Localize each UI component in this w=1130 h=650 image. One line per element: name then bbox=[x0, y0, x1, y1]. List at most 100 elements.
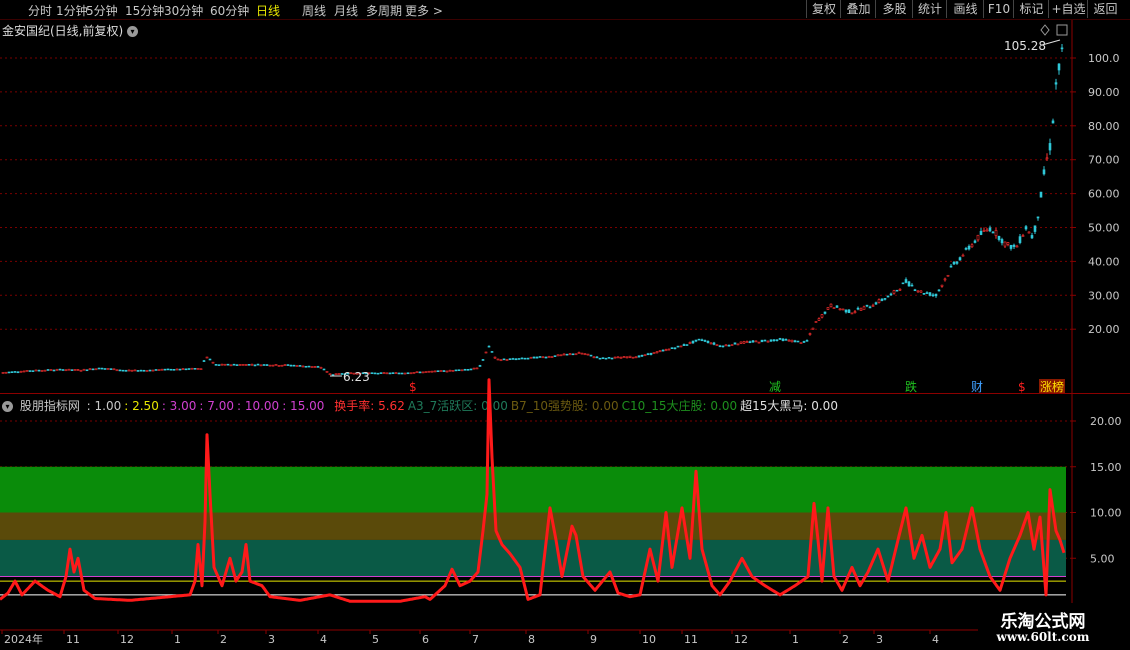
candle-body bbox=[748, 341, 752, 343]
candle-body bbox=[421, 371, 425, 374]
candle-body bbox=[703, 340, 707, 342]
event-marker[interactable]: $ bbox=[409, 380, 417, 394]
candle-body bbox=[52, 369, 56, 372]
candle-body bbox=[112, 368, 116, 371]
candle-body bbox=[880, 298, 884, 301]
candle-body bbox=[934, 293, 938, 297]
candle-body bbox=[757, 341, 761, 344]
candle-body bbox=[241, 364, 245, 366]
candle-body bbox=[493, 356, 497, 359]
candle-body bbox=[922, 292, 926, 295]
candle-body bbox=[985, 229, 989, 232]
candle-body bbox=[7, 371, 11, 374]
date-label: 12 bbox=[734, 633, 748, 646]
event-marker[interactable]: 跌 bbox=[905, 379, 917, 394]
candle-body bbox=[751, 340, 755, 343]
candle-body bbox=[661, 349, 665, 352]
chart-canvas[interactable]: 100.0 90.00 80.00 70.00 60.00 50.00 40.00 30.00… bbox=[0, 0, 1130, 650]
watermark-url: www.60lt.com bbox=[996, 630, 1090, 644]
candle-body bbox=[886, 295, 890, 298]
candle-body bbox=[58, 368, 62, 371]
candle-body bbox=[565, 353, 569, 356]
candle-body bbox=[298, 365, 302, 367]
date-label: 11 bbox=[66, 633, 80, 646]
candle-body bbox=[550, 356, 554, 358]
candle-body bbox=[763, 339, 767, 342]
candle-body bbox=[316, 366, 320, 368]
event-marker[interactable]: 涨榜 bbox=[1040, 379, 1064, 394]
candle-body bbox=[853, 311, 857, 313]
candle-body bbox=[31, 370, 35, 372]
candle-body bbox=[478, 365, 482, 367]
candle-body bbox=[481, 359, 485, 361]
candle-body bbox=[178, 368, 182, 371]
candle-body bbox=[778, 338, 782, 340]
candle-body bbox=[214, 364, 218, 366]
event-marker[interactable]: 财 bbox=[971, 380, 983, 394]
candle-body bbox=[988, 227, 992, 232]
candle-body bbox=[1024, 226, 1028, 230]
candle-body bbox=[955, 261, 959, 264]
candle-body bbox=[760, 339, 764, 343]
candle-body bbox=[97, 367, 101, 370]
indicator-tick-label: 20.00 bbox=[1090, 415, 1122, 428]
event-marker[interactable]: 减 bbox=[769, 380, 781, 394]
date-label: 10 bbox=[642, 633, 656, 646]
candle-body bbox=[505, 359, 509, 361]
panel-toggle-icon[interactable] bbox=[1056, 24, 1068, 36]
date-label: 8 bbox=[528, 633, 535, 646]
candle-body bbox=[181, 368, 185, 370]
candle-body bbox=[964, 248, 968, 250]
candle-body bbox=[832, 307, 836, 309]
candle-body bbox=[100, 367, 104, 370]
candle-body bbox=[940, 284, 944, 287]
candle-body bbox=[472, 367, 476, 370]
event-marker[interactable]: $ bbox=[1018, 380, 1026, 394]
candle-body bbox=[802, 341, 806, 343]
candle-body bbox=[313, 366, 317, 368]
candle-body bbox=[373, 372, 377, 375]
candle-body bbox=[715, 344, 719, 347]
candle-body bbox=[265, 364, 269, 366]
candle-body bbox=[82, 368, 86, 371]
candle-body bbox=[634, 356, 638, 359]
candle-body bbox=[700, 339, 704, 341]
candle-body bbox=[556, 354, 560, 357]
candle-body bbox=[487, 345, 491, 348]
candle-body bbox=[337, 373, 341, 375]
candle-body bbox=[490, 351, 494, 353]
candle-body bbox=[607, 357, 611, 359]
candle-body bbox=[1054, 82, 1058, 85]
candle-body bbox=[820, 314, 824, 318]
candle-body bbox=[259, 364, 263, 367]
candle-body bbox=[655, 351, 659, 354]
candle-body bbox=[268, 364, 272, 367]
candle-body bbox=[325, 371, 329, 373]
price-tick-label: 40.00 bbox=[1088, 255, 1120, 268]
candle-body bbox=[55, 369, 59, 371]
candle-body bbox=[382, 372, 386, 374]
candle-body bbox=[649, 352, 653, 355]
candle-body bbox=[685, 344, 689, 346]
candle-body bbox=[409, 372, 413, 375]
candle-body bbox=[1003, 241, 1007, 247]
candle-body bbox=[874, 302, 878, 305]
candle-body bbox=[25, 370, 29, 372]
candle-body bbox=[412, 372, 416, 374]
candle-body bbox=[22, 370, 26, 373]
candle-body bbox=[826, 307, 830, 310]
candle-body bbox=[40, 370, 44, 372]
candle-body bbox=[34, 369, 38, 372]
candle-body bbox=[328, 373, 332, 376]
candle-body bbox=[133, 369, 137, 372]
candle-body bbox=[370, 372, 374, 374]
date-label: 2024年 bbox=[4, 632, 43, 646]
candle-body bbox=[823, 311, 827, 314]
candle-body bbox=[973, 240, 977, 243]
candle-body bbox=[172, 369, 176, 371]
candle-body bbox=[877, 299, 881, 303]
candle-body bbox=[250, 363, 254, 366]
date-label: 6 bbox=[422, 633, 429, 646]
diamond-icon[interactable] bbox=[1040, 24, 1050, 36]
candle-body bbox=[769, 339, 773, 342]
